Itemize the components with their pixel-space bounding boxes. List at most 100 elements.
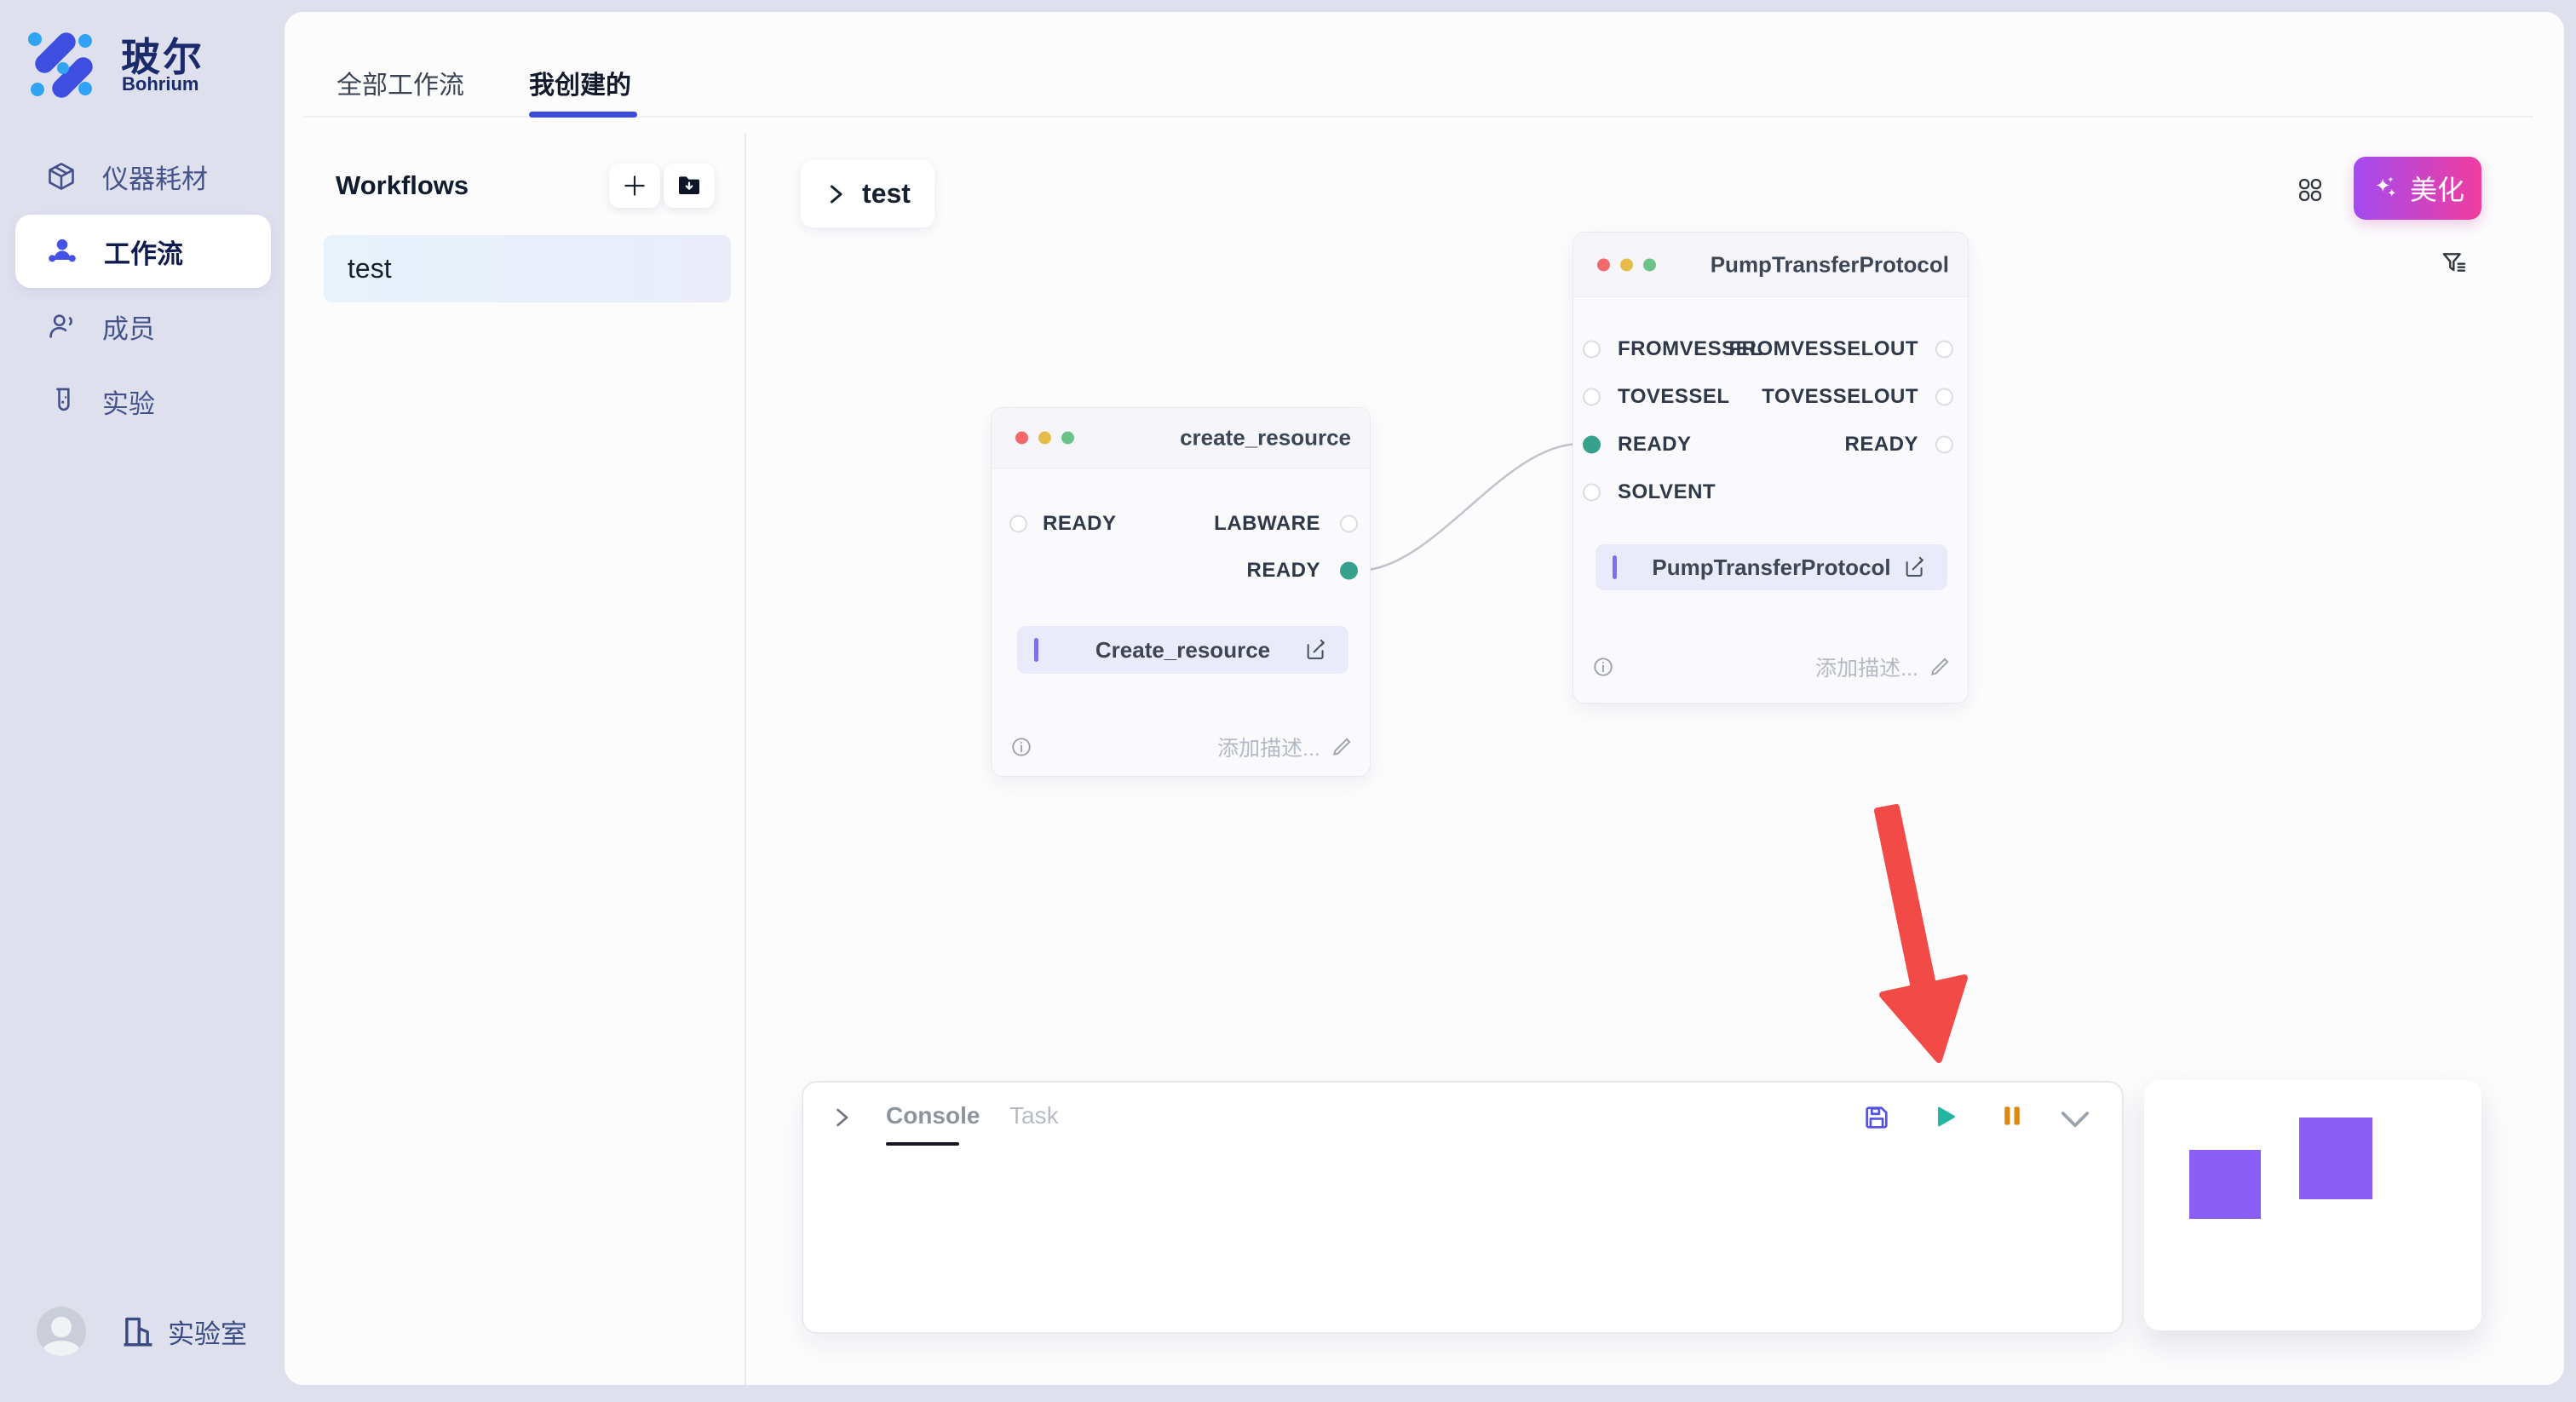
beautify-button[interactable]: 美化 xyxy=(2354,157,2481,220)
info-icon[interactable] xyxy=(1592,656,1614,678)
port-in-ready[interactable] xyxy=(1009,515,1027,533)
breadcrumb-label: test xyxy=(862,178,911,210)
console-active-tab-indicator xyxy=(886,1142,959,1146)
action-accent-bar xyxy=(1613,555,1617,579)
minimap[interactable] xyxy=(2144,1080,2481,1330)
bohrium-logo-icon xyxy=(26,28,99,101)
port-label: READY xyxy=(1618,433,1692,457)
port-out-labware[interactable] xyxy=(1340,515,1358,533)
traffic-dots-icon xyxy=(1597,258,1656,271)
command-palette-button[interactable] xyxy=(2297,177,2323,203)
port-label: LABWARE xyxy=(1214,512,1320,536)
plus-icon xyxy=(621,172,648,199)
pencil-icon[interactable] xyxy=(1331,736,1353,758)
filter-funnel-icon xyxy=(2441,250,2468,277)
edit-icon[interactable] xyxy=(1903,555,1927,579)
building-icon xyxy=(120,1313,156,1350)
edit-icon[interactable] xyxy=(1304,638,1328,662)
port-label: READY xyxy=(1043,512,1117,536)
workflows-title: Workflows xyxy=(336,170,469,201)
tab-all-workflows[interactable]: 全部工作流 xyxy=(336,64,464,101)
save-icon[interactable] xyxy=(1862,1103,1891,1132)
node-title: create_resource xyxy=(1180,425,1351,451)
edge-create-resource-to-pump xyxy=(1358,444,1580,571)
port-label: TOVESSELOUT xyxy=(1762,385,1918,409)
pause-icon[interactable] xyxy=(1999,1103,2025,1129)
traffic-dots-icon xyxy=(1015,432,1074,445)
node-header: PumpTransferProtocol xyxy=(1573,233,1968,297)
port-label: READY xyxy=(1844,433,1918,457)
port-label: FROMVESSELOUT xyxy=(1728,337,1918,361)
console-tab[interactable]: Console xyxy=(886,1102,980,1129)
import-workflow-button[interactable] xyxy=(664,164,715,208)
port-in-tovessel[interactable] xyxy=(1583,388,1601,406)
description-placeholder[interactable]: 添加描述... xyxy=(1217,732,1320,762)
lab-switcher[interactable]: 实验室 xyxy=(120,1313,247,1351)
minimap-node-create-resource xyxy=(2189,1150,2261,1219)
port-out-fromvesselout[interactable] xyxy=(1935,341,1953,359)
sidebar-item-label: 实验 xyxy=(102,382,155,421)
action-label: Create_resource xyxy=(1095,637,1270,664)
node-footer: 添加描述... xyxy=(992,730,1370,764)
node-footer: 添加描述... xyxy=(1573,650,1968,684)
port-out-tovesselout[interactable] xyxy=(1935,388,1953,406)
node-title: PumpTransferProtocol xyxy=(1711,251,1949,278)
info-icon[interactable] xyxy=(1010,736,1032,758)
chevron-right-icon xyxy=(825,181,847,207)
canvas-breadcrumb[interactable]: test xyxy=(801,160,934,227)
node-create-resource[interactable]: create_resource READY LABWARE READY Crea… xyxy=(991,407,1371,777)
workflow-group-icon xyxy=(46,235,78,267)
folder-download-icon xyxy=(676,172,703,199)
port-label: SOLVENT xyxy=(1618,480,1716,504)
workflow-item-label: test xyxy=(348,253,392,284)
annotation-arrow xyxy=(1877,807,1964,1060)
command-icon xyxy=(2297,177,2323,203)
sidebar-item-label: 工作流 xyxy=(104,233,183,271)
port-in-solvent[interactable] xyxy=(1583,484,1601,502)
sidebar-item-experiments[interactable]: 实验 xyxy=(15,365,271,438)
tabs-divider xyxy=(303,116,2533,118)
minimap-node-pump-transfer xyxy=(2299,1118,2372,1199)
pencil-icon[interactable] xyxy=(1929,656,1951,678)
task-tab[interactable]: Task xyxy=(1009,1102,1059,1129)
sidebar-footer: 实验室 xyxy=(37,1305,284,1358)
port-label: READY xyxy=(1246,559,1320,583)
sidebar-item-label: 成员 xyxy=(102,307,155,346)
members-icon xyxy=(46,311,77,342)
run-icon[interactable] xyxy=(1931,1103,1958,1130)
node-pump-transfer-protocol[interactable]: PumpTransferProtocol FROMVESSEL FROMVESS… xyxy=(1573,232,1969,704)
box-icon xyxy=(46,161,77,192)
console-panel: Console Task xyxy=(802,1081,2124,1334)
sidebar-item-instruments[interactable]: 仪器耗材 xyxy=(15,140,271,213)
lab-label: 实验室 xyxy=(168,1313,247,1351)
action-label: PumpTransferProtocol xyxy=(1652,554,1890,581)
sidebar-item-members[interactable]: 成员 xyxy=(15,290,271,363)
sparkles-icon xyxy=(2371,174,2400,203)
filter-button[interactable] xyxy=(2441,250,2468,277)
port-out-ready[interactable] xyxy=(1340,562,1358,580)
node-action-button[interactable]: Create_resource xyxy=(1017,626,1348,674)
sidebar: 玻尔 Bohrium 仪器耗材 工作流 成员 xyxy=(0,0,285,1402)
brand-logo: 玻尔 Bohrium xyxy=(26,28,264,105)
user-avatar[interactable] xyxy=(37,1307,86,1356)
main-panel: 全部工作流 我创建的 Workflows test test xyxy=(285,12,2564,1385)
port-out-ready[interactable] xyxy=(1935,436,1953,454)
sidebar-item-workflow[interactable]: 工作流 xyxy=(15,215,271,288)
add-workflow-button[interactable] xyxy=(609,164,660,208)
workflow-list-item-test[interactable]: test xyxy=(324,235,731,302)
expand-panel-icon[interactable] xyxy=(831,1104,852,1131)
chevron-down-icon[interactable] xyxy=(2059,1110,2091,1130)
port-label: TOVESSEL xyxy=(1618,385,1730,409)
node-action-button[interactable]: PumpTransferProtocol xyxy=(1596,544,1947,590)
active-tab-indicator xyxy=(529,112,637,118)
beautify-label: 美化 xyxy=(2410,169,2464,208)
port-in-ready[interactable] xyxy=(1583,436,1601,454)
action-accent-bar xyxy=(1034,638,1038,662)
port-in-fromvessel[interactable] xyxy=(1583,341,1601,359)
brand-subtitle: Bohrium xyxy=(122,73,198,95)
workflows-panel-divider xyxy=(745,133,746,1385)
tab-my-created[interactable]: 我创建的 xyxy=(529,64,631,101)
node-header: create_resource xyxy=(992,408,1370,468)
description-placeholder[interactable]: 添加描述... xyxy=(1815,652,1918,682)
test-tube-icon xyxy=(46,386,77,417)
